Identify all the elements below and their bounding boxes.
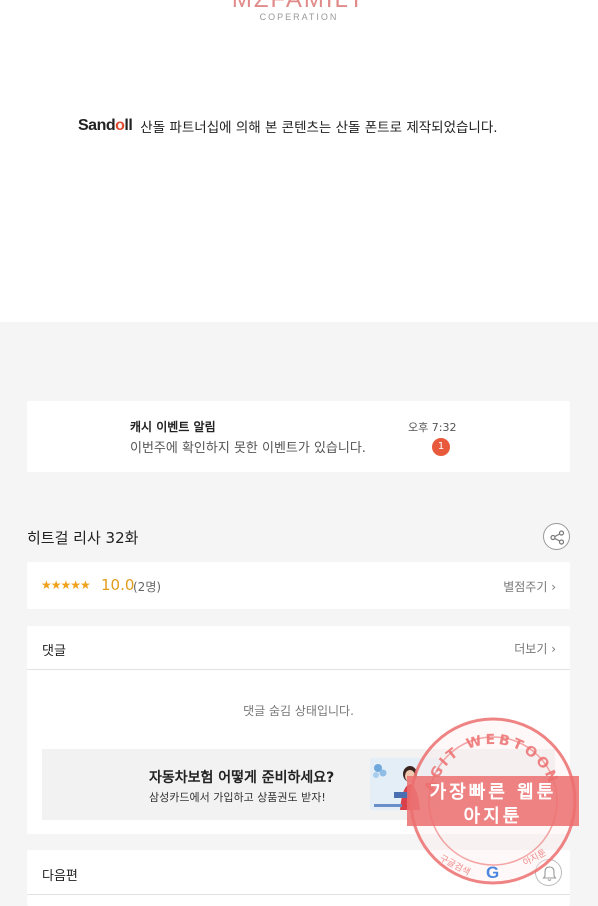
- comments-title: 댓글: [42, 644, 66, 659]
- sandoll-notice: Sandoll 산돌 파트너십에 의해 본 콘텐츠는 산돌 폰트로 제작되었습니…: [78, 116, 498, 136]
- notification-body: 이번주에 확인하지 못한 이벤트가 있습니다.: [130, 441, 366, 456]
- share-icon: [550, 530, 565, 545]
- cash-event-notification[interactable]: 캐시 이벤트 알림 이번주에 확인하지 못한 이벤트가 있습니다. 오후 7:3…: [27, 401, 570, 472]
- star-rating-icon: ★★★★★: [41, 578, 91, 592]
- notification-count-badge: 1: [432, 438, 450, 456]
- episode-title: 히트걸 리사 32화: [27, 529, 139, 547]
- top-section: MZFAMILY COPERATION Sandoll 산돌 파트너십에 의해 …: [0, 0, 598, 322]
- ad-subtitle: 삼성카드에서 가입하고 상품권도 받자!: [149, 791, 326, 804]
- logo-main-text: MZFAMILY: [0, 0, 598, 12]
- notification-time: 오후 7:32: [408, 421, 457, 434]
- ad-title: 자동차보험 어떻게 준비하세요?: [149, 770, 335, 786]
- rate-button[interactable]: 별점주기 ›: [503, 578, 556, 595]
- rating-score: 10.0: [101, 576, 135, 594]
- rating-count: (2명): [133, 580, 162, 594]
- agit-webtoon-watermark: AGIT WEBTOON 구글검색 아지툰 G 가장빠른 웹툰 아지툰: [407, 716, 579, 886]
- share-button[interactable]: [543, 523, 570, 550]
- svg-text:G: G: [486, 863, 499, 882]
- notification-title: 캐시 이벤트 알림: [130, 420, 216, 434]
- watermark-line2: 아지툰: [463, 806, 523, 827]
- comments-more-link[interactable]: 더보기 ›: [514, 640, 556, 657]
- logo-sub-text: COPERATION: [259, 12, 339, 22]
- sandoll-logo: Sandoll: [78, 117, 133, 134]
- rating-bar: ★★★★★ 10.0 (2명) 별점주기 ›: [27, 562, 570, 609]
- comments-header: 댓글 더보기 ›: [27, 626, 570, 670]
- company-logo: MZFAMILY COPERATION: [0, 0, 598, 22]
- watermark-line1: 가장빠른 웹툰: [429, 782, 557, 803]
- sandoll-notice-text: 산돌 파트너십에 의해 본 콘텐츠는 산돌 폰트로 제작되었습니다.: [140, 120, 498, 136]
- next-episode-title: 다음편: [42, 869, 78, 884]
